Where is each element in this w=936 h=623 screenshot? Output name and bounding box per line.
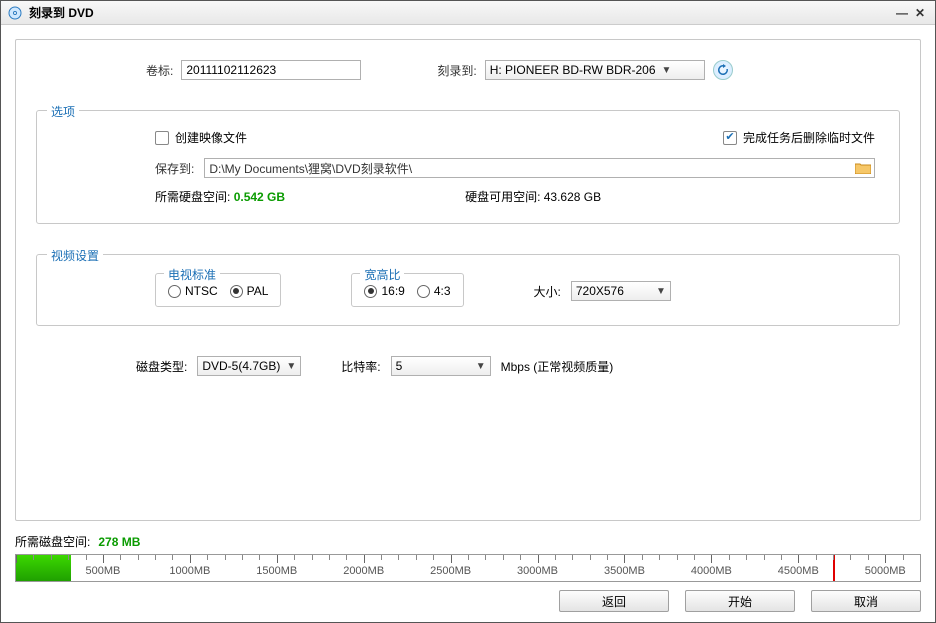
create-image-label: 创建映像文件: [175, 129, 247, 146]
video-fieldset: 视频设置 电视标准 NTSC PAL 宽高比 16:9 4:3: [36, 254, 900, 326]
close-button[interactable]: ✕: [911, 6, 929, 20]
disk-type-label: 磁盘类型:: [136, 358, 187, 375]
disk-type-select[interactable]: DVD-5(4.7GB) ▼: [197, 356, 301, 376]
content: 卷标: 刻录到: H: PIONEER BD-RW BDR-206 ▼ 选项: [15, 39, 921, 521]
chevron-down-icon: ▼: [286, 361, 296, 372]
delete-temp-label: 完成任务后删除临时文件: [743, 129, 875, 146]
tv-legend: 电视标准: [164, 266, 220, 283]
options-fieldset: 选项 创建映像文件 完成任务后删除临时文件 保存到: D:\My Documen…: [36, 110, 900, 224]
tv-standard-group: 电视标准 NTSC PAL: [155, 273, 281, 307]
burnto-value: H: PIONEER BD-RW BDR-206: [490, 63, 656, 77]
chevron-down-icon: ▼: [662, 65, 672, 76]
volume-label: 卷标:: [146, 62, 173, 79]
minimize-button[interactable]: —: [893, 6, 911, 20]
radio-43[interactable]: 4:3: [417, 284, 451, 298]
ruler-tick-label: 3500MB: [604, 565, 645, 577]
browse-folder-button[interactable]: [852, 159, 874, 177]
aspect-group: 宽高比 16:9 4:3: [351, 273, 463, 307]
radio-ntsc[interactable]: NTSC: [168, 284, 218, 298]
required-space-label: 所需磁盘空间:: [15, 533, 90, 550]
radio-169[interactable]: 16:9: [364, 284, 404, 298]
ruler-tick-label: 5000MB: [865, 565, 906, 577]
chevron-down-icon: ▼: [656, 286, 666, 297]
refresh-drives-button[interactable]: [713, 60, 733, 80]
bitrate-select[interactable]: 5 ▼: [391, 356, 491, 376]
disk-type-value: DVD-5(4.7GB): [202, 359, 280, 373]
size-value: 720X576: [576, 284, 624, 298]
bitrate-value: 5: [396, 359, 403, 373]
titlebar: 刻录到 DVD — ✕: [1, 1, 935, 25]
ruler-tick-label: 4500MB: [778, 565, 819, 577]
back-button[interactable]: 返回: [559, 590, 669, 612]
chevron-down-icon: ▼: [476, 361, 486, 372]
saveto-path-box: D:\My Documents\狸窝\DVD刻录软件\: [204, 158, 875, 178]
ruler-tick-label: 2500MB: [430, 565, 471, 577]
window: 刻录到 DVD — ✕ 卷标: 刻录到: H: PIONEER BD-RW BD…: [0, 0, 936, 623]
delete-temp-checkbox[interactable]: [723, 131, 737, 145]
ruler-tick-label: 1500MB: [256, 565, 297, 577]
saveto-path: D:\My Documents\狸窝\DVD刻录软件\: [205, 160, 852, 177]
bitrate-label: 比特率:: [341, 358, 380, 375]
disk-free-value: 43.628 GB: [544, 190, 601, 204]
ruler-tick-label: 1000MB: [169, 565, 210, 577]
saveto-label: 保存到:: [155, 160, 194, 177]
burnto-label: 刻录到:: [437, 62, 476, 79]
radio-pal[interactable]: PAL: [230, 284, 269, 298]
disk-row: 磁盘类型: DVD-5(4.7GB) ▼ 比特率: 5 ▼ Mbps (正常视频…: [36, 356, 900, 376]
video-legend: 视频设置: [47, 247, 103, 264]
create-image-checkbox[interactable]: [155, 131, 169, 145]
disc-icon: [7, 5, 23, 21]
ruler-tick-label: 500MB: [85, 565, 120, 577]
ruler-tick-label: 2000MB: [343, 565, 384, 577]
start-button[interactable]: 开始: [685, 590, 795, 612]
footer: 所需磁盘空间: 278 MB 500MB 1000MB 1500MB 2000MB 25…: [15, 533, 921, 612]
disk-needed-value: 0.542 GB: [234, 190, 285, 204]
window-title: 刻录到 DVD: [29, 4, 893, 21]
bitrate-unit: Mbps (正常视频质量): [501, 358, 614, 375]
ruler-tick-label: 4000MB: [691, 565, 732, 577]
options-legend: 选项: [47, 103, 79, 120]
volume-input[interactable]: [181, 60, 361, 80]
ruler-tick-label: 3000MB: [517, 565, 558, 577]
cancel-button[interactable]: 取消: [811, 590, 921, 612]
ruler-ticks: 500MB 1000MB 1500MB 2000MB 2500MB 3000MB 3500M…: [16, 555, 920, 581]
body: 卷标: 刻录到: H: PIONEER BD-RW BDR-206 ▼ 选项: [1, 25, 935, 622]
aspect-legend: 宽高比: [360, 266, 404, 283]
disk-needed-label: 所需硬盘空间:: [155, 190, 230, 204]
size-label: 大小:: [534, 283, 561, 300]
burnto-select[interactable]: H: PIONEER BD-RW BDR-206 ▼: [485, 60, 705, 80]
size-select[interactable]: 720X576 ▼: [571, 281, 671, 301]
disk-usage-ruler: 500MB 1000MB 1500MB 2000MB 2500MB 3000MB 3500M…: [15, 554, 921, 582]
required-space-value: 278 MB: [98, 535, 140, 549]
disk-free-label: 硬盘可用空间:: [465, 190, 540, 204]
top-row: 卷标: 刻录到: H: PIONEER BD-RW BDR-206 ▼: [36, 60, 900, 80]
